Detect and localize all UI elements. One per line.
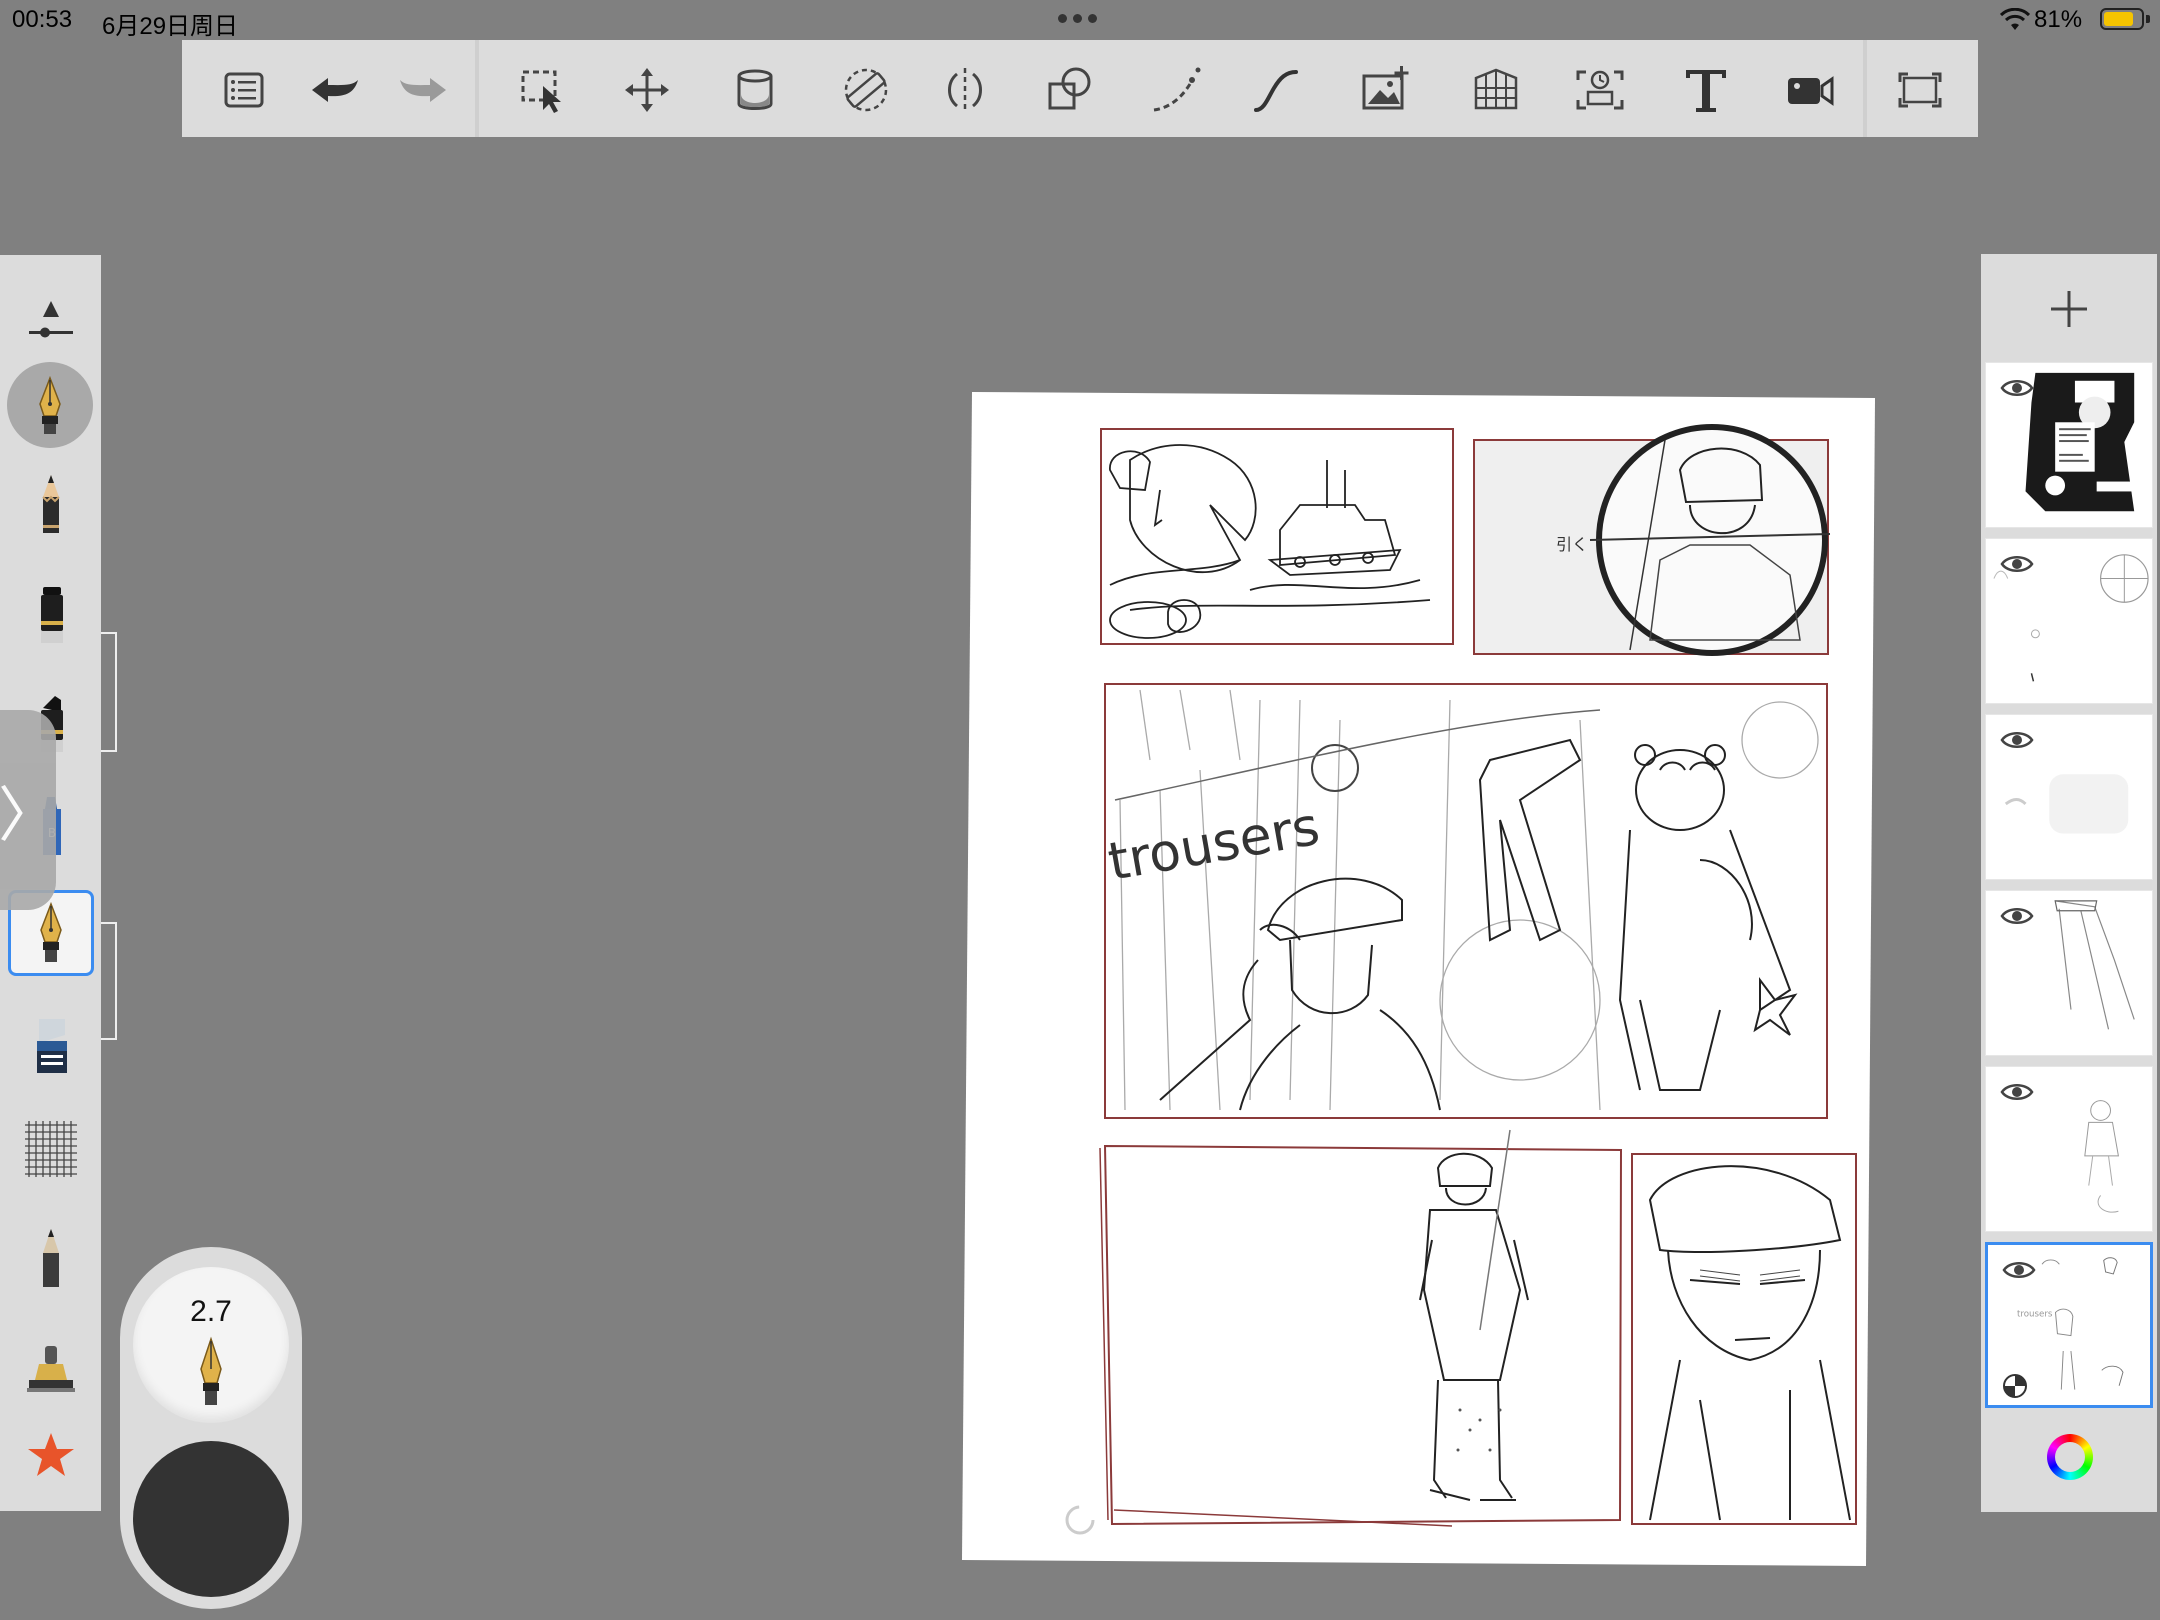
brush-favorites[interactable] [10, 1415, 92, 1497]
symmetry-tool-button[interactable] [937, 62, 993, 118]
timelapse-button[interactable] [1572, 62, 1628, 118]
marker-icon [41, 587, 63, 643]
status-date: 6月29日周日 [102, 13, 239, 40]
layer-5[interactable] [1985, 1066, 2153, 1232]
video-camera-icon [1788, 76, 1834, 106]
svg-text:trousers: trousers [2017, 1309, 2053, 1319]
fullscreen-button[interactable] [1892, 62, 1948, 118]
brush-pencil[interactable] [10, 465, 92, 547]
panel-bracket-upper [101, 632, 117, 752]
redo-button[interactable] [396, 62, 452, 118]
texture-grid-icon [25, 1121, 77, 1177]
predictive-stroke-button[interactable] [1248, 62, 1304, 118]
redo-icon [400, 78, 446, 102]
transform-tool-button[interactable] [619, 62, 675, 118]
perspective-grid-button[interactable] [1468, 62, 1524, 118]
ruler-tool-button[interactable] [838, 62, 894, 118]
text-tool-button[interactable] [1678, 62, 1734, 118]
add-layer-button[interactable] [1981, 274, 2157, 344]
paint-bucket-icon [737, 69, 773, 110]
visibility-eye-icon[interactable] [2000, 553, 2034, 575]
brush-ink-pen[interactable] [7, 362, 93, 448]
visibility-eye-icon[interactable] [2002, 1259, 2036, 1281]
status-bar: 00:53 6月29日周日 81% [0, 0, 2160, 40]
selection-icon [521, 70, 561, 113]
status-time: 00:53 [12, 6, 73, 33]
fountain-pen-icon [39, 375, 61, 434]
layers-panel: trousers [1981, 254, 2157, 1512]
brush-marker[interactable] [10, 575, 92, 657]
fill-tool-button[interactable] [727, 62, 783, 118]
s-curve-icon [1254, 70, 1298, 112]
layer-4[interactable] [1985, 890, 2153, 1056]
brush-texture[interactable] [10, 1107, 92, 1189]
stroke-tool-button[interactable] [1148, 62, 1204, 118]
gallery-list-button[interactable] [216, 62, 272, 118]
brush-size-control[interactable]: 2.7 [133, 1267, 289, 1423]
fountain-pen-icon [200, 1336, 222, 1405]
eraser-icon [37, 1019, 67, 1073]
expand-drawer-button[interactable]: 〉 [0, 710, 58, 910]
undo-button[interactable] [306, 62, 362, 118]
pencil-icon [42, 475, 60, 533]
blend-mode-icon[interactable] [2002, 1373, 2028, 1399]
star-icon [28, 1433, 74, 1476]
curve-dots-icon [1153, 67, 1201, 112]
top-toolbar [182, 40, 1978, 137]
selection-tool-button[interactable] [515, 62, 571, 118]
ruler-icon [844, 68, 888, 112]
image-add-icon [1362, 66, 1409, 110]
brush-stamp[interactable] [10, 1330, 92, 1412]
sketch-label-2: 引く [1556, 535, 1588, 554]
record-button[interactable] [1782, 62, 1838, 118]
layer-1[interactable] [1985, 362, 2153, 528]
chevron-right-icon: 〉 [0, 781, 58, 849]
layer-6[interactable]: trousers [1985, 1242, 2153, 1408]
stamp-icon [27, 1346, 75, 1392]
perspective-grid-icon [1474, 68, 1518, 110]
visibility-eye-icon[interactable] [2000, 729, 2034, 751]
list-icon [224, 72, 264, 108]
brush-size-value: 2.7 [190, 1295, 232, 1328]
drawing-canvas[interactable]: 引く trousers [0, 0, 2160, 1620]
brush-technical-pencil[interactable] [10, 1217, 92, 1299]
battery-icon [2100, 8, 2144, 30]
visibility-eye-icon[interactable] [2000, 377, 2034, 399]
undo-icon [312, 78, 358, 102]
brush-properties-button[interactable] [10, 281, 92, 363]
fullscreen-icon [1898, 72, 1942, 108]
panel-bracket-lower [101, 922, 117, 1040]
layer-3[interactable] [1985, 714, 2153, 880]
brush-eraser[interactable] [10, 1003, 92, 1085]
comic-panel-2: 引く [1473, 424, 1831, 656]
text-icon [1686, 70, 1726, 112]
color-wheel-icon[interactable] [2047, 1434, 2093, 1480]
timelapse-icon [1576, 70, 1624, 110]
current-color-button[interactable] [133, 1441, 289, 1597]
move-arrows-icon [625, 68, 669, 112]
technical-pencil-icon [43, 1229, 59, 1287]
symmetry-icon [948, 68, 982, 112]
wifi-icon [2000, 8, 2030, 30]
import-image-button[interactable] [1358, 62, 1414, 118]
brush-properties-icon [29, 301, 73, 338]
layer-2[interactable] [1985, 538, 2153, 704]
plus-icon [2051, 291, 2087, 327]
battery-percent: 81% [2034, 6, 2083, 33]
visibility-eye-icon[interactable] [2000, 905, 2034, 927]
shapes-icon [1048, 67, 1091, 110]
visibility-eye-icon[interactable] [2000, 1081, 2034, 1103]
shape-tool-button[interactable] [1042, 62, 1098, 118]
multitasking-dots-icon[interactable] [1058, 14, 1097, 23]
brush-puck: 2.7 [120, 1247, 302, 1609]
